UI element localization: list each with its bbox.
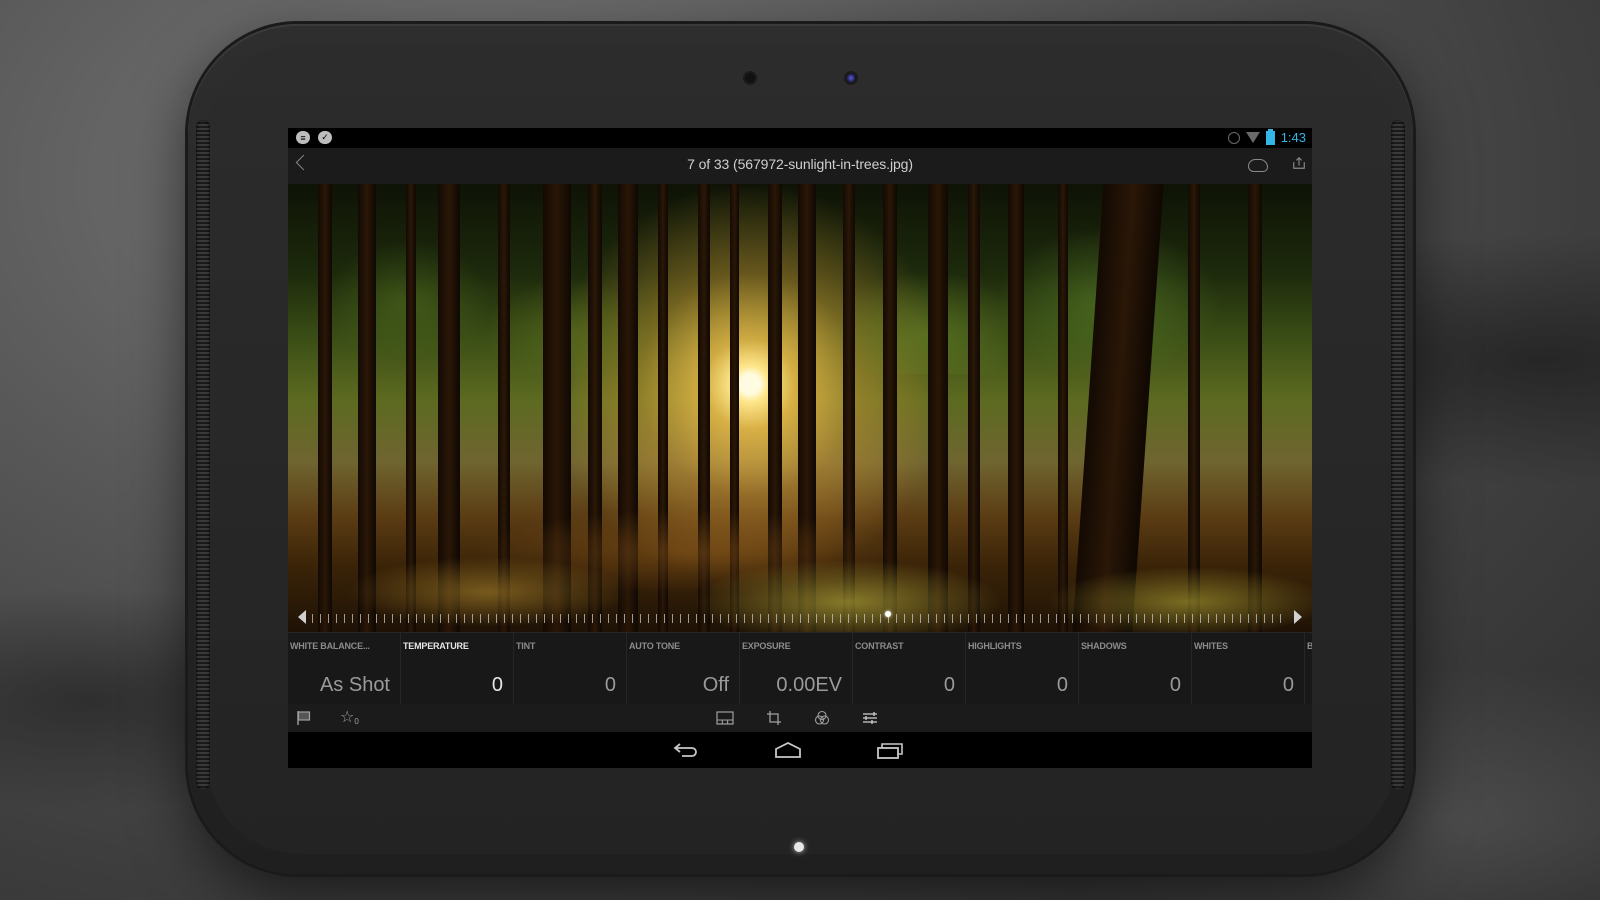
crop-icon[interactable]	[766, 710, 782, 726]
star-rating-icon[interactable]: ☆ 0	[340, 710, 364, 726]
flag-icon[interactable]	[296, 710, 312, 726]
bottom-toolbar: ☆ 0	[288, 704, 1312, 732]
wifi-icon	[1245, 132, 1260, 143]
presets-icon[interactable]	[814, 710, 830, 726]
adjust-exposure[interactable]: EXPOSURE 0.00EV	[740, 633, 853, 705]
adjust-whites[interactable]: WHITES 0	[1192, 633, 1305, 705]
adjust-blacks-partial[interactable]: B	[1305, 633, 1312, 705]
back-nav-icon[interactable]	[672, 741, 700, 759]
chat-notification-icon[interactable]: ≡	[296, 131, 310, 144]
adjust-tint[interactable]: TINT 0	[514, 633, 627, 705]
photo-title: 7 of 33 (567972-sunlight-in-trees.jpg)	[687, 156, 913, 172]
share-icon[interactable]	[1292, 156, 1306, 170]
scrubber-ticks	[312, 611, 1288, 623]
front-camera	[846, 73, 856, 83]
app-screen: ≡ ✓ 1:43 7 of 33 (567972-sunlight-in-tre…	[288, 128, 1312, 768]
recent-apps-icon[interactable]	[876, 741, 904, 759]
notification-led	[794, 842, 804, 852]
cloud-sync-icon[interactable]	[1248, 159, 1268, 172]
status-time: 1:43	[1280, 130, 1306, 145]
adjustment-strip: WHITE BALANCE... As Shot TEMPERATURE 0 T…	[288, 632, 1312, 705]
alarm-icon	[1227, 131, 1240, 144]
filmstrip-icon[interactable]	[716, 710, 734, 726]
previous-photo-arrow-icon[interactable]	[298, 610, 306, 624]
star-count: 0	[354, 716, 359, 726]
photo-viewer[interactable]	[288, 184, 1312, 632]
speaker-grille-right	[1391, 120, 1405, 790]
adjust-auto-tone[interactable]: AUTO TONE Off	[627, 633, 740, 705]
adjust-shadows[interactable]: SHADOWS 0	[1079, 633, 1192, 705]
adjustments-icon[interactable]	[862, 710, 878, 726]
adjust-temperature[interactable]: TEMPERATURE 0	[401, 633, 514, 705]
filmstrip-scrubber[interactable]	[288, 608, 1312, 626]
checkmark-notification-icon[interactable]: ✓	[318, 131, 332, 144]
light-sensor	[745, 73, 755, 83]
home-nav-icon[interactable]	[774, 741, 802, 759]
next-photo-arrow-icon[interactable]	[1294, 610, 1302, 624]
battery-charging-icon	[1265, 128, 1275, 145]
adjust-highlights[interactable]: HIGHLIGHTS 0	[966, 633, 1079, 705]
adjust-white-balance[interactable]: WHITE BALANCE... As Shot	[288, 633, 401, 705]
action-bar: 7 of 33 (567972-sunlight-in-trees.jpg)	[288, 148, 1312, 184]
scrubber-position-indicator[interactable]	[884, 611, 891, 617]
status-bar: ≡ ✓ 1:43	[288, 128, 1312, 148]
speaker-grille-left	[196, 120, 210, 790]
adjust-contrast[interactable]: CONTRAST 0	[853, 633, 966, 705]
android-nav-bar	[288, 732, 1312, 768]
